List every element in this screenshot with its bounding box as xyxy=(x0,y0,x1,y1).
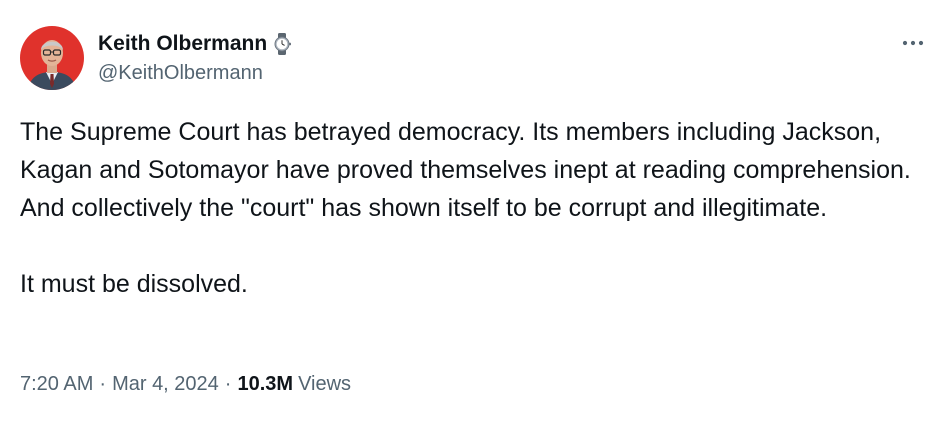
author-name-row: Keith Olbermann xyxy=(98,31,293,57)
tweet-text: The Supreme Court has betrayed democracy… xyxy=(20,113,930,303)
views-count: 10.3M xyxy=(237,373,294,395)
avatar-image xyxy=(20,26,84,90)
views-label: Views xyxy=(298,373,352,395)
meta-separator: · xyxy=(99,373,107,395)
avatar[interactable] xyxy=(20,26,84,90)
more-options-button[interactable] xyxy=(896,30,930,56)
meta-separator: · xyxy=(224,373,232,395)
author-handle[interactable]: @KeithOlbermann xyxy=(98,61,263,85)
tweet-date[interactable]: Mar 4, 2024 xyxy=(112,370,219,398)
tweet-paragraph: The Supreme Court has betrayed democracy… xyxy=(20,118,911,222)
watch-icon xyxy=(271,32,293,56)
tweet-card: Keith Olbermann @KeithOlbermann The Supr… xyxy=(0,0,948,426)
tweet-meta: 7:20 AM · Mar 4, 2024 · 10.3M Views xyxy=(20,370,351,398)
tweet-paragraph: It must be dissolved. xyxy=(20,270,248,298)
author-display-name[interactable]: Keith Olbermann xyxy=(98,31,267,57)
more-horizontal-icon xyxy=(902,40,924,46)
tweet-time[interactable]: 7:20 AM xyxy=(20,370,93,398)
